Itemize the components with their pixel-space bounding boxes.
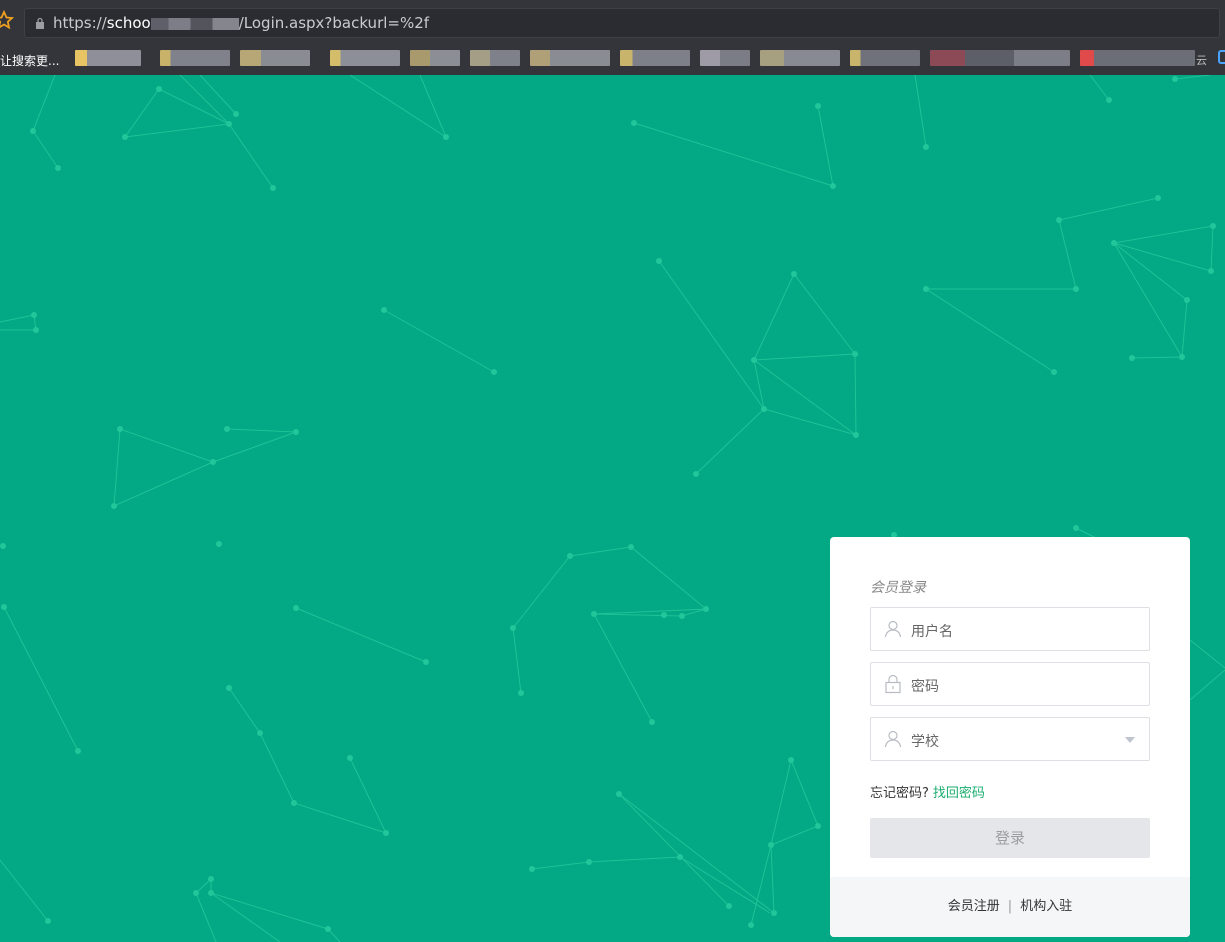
school-select[interactable]: 学校: [870, 717, 1150, 761]
institution-join-link[interactable]: 机构入驻: [1020, 899, 1072, 914]
bookmark-item[interactable]: 云: [1196, 52, 1207, 68]
address-bar[interactable]: https://schoo/Login.aspx?backurl=%2f: [24, 8, 1220, 38]
url-text: https://schoo/Login.aspx?backurl=%2f: [53, 14, 430, 32]
register-link[interactable]: 会员注册: [948, 899, 1000, 914]
login-button[interactable]: 登录: [870, 818, 1150, 858]
bookmark-folder-icon[interactable]: [1218, 50, 1225, 64]
login-card: 会员登录 用户名 密码 学校 忘记密码? 找回密码 登录 会员注册 | 机构入驻: [830, 537, 1190, 937]
school-placeholder: 学校: [911, 734, 939, 750]
browser-chrome: https://schoo/Login.aspx?backurl=%2f 让搜索…: [0, 0, 1225, 75]
password-placeholder: 密码: [911, 679, 939, 695]
bookmark-item[interactable]: [330, 50, 400, 66]
login-title: 会员登录: [870, 580, 926, 596]
bookmark-item[interactable]: [470, 50, 520, 66]
forgot-password-row: 忘记密码? 找回密码: [870, 782, 985, 801]
bookmark-item[interactable]: [760, 50, 840, 66]
login-footer: 会员注册 | 机构入驻: [830, 877, 1190, 937]
bookmarks-bar: 让搜索更... 云: [0, 44, 1225, 72]
bookmark-item[interactable]: [240, 50, 310, 66]
bookmark-item[interactable]: [530, 50, 610, 66]
username-field[interactable]: 用户名: [870, 607, 1150, 651]
chevron-down-icon[interactable]: [1125, 737, 1135, 743]
bookmark-item[interactable]: [620, 50, 690, 66]
password-field[interactable]: 密码: [870, 662, 1150, 706]
bookmark-item[interactable]: [75, 50, 141, 66]
lock-icon: [885, 674, 901, 694]
bookmark-item[interactable]: 让搜索更...: [0, 52, 59, 69]
footer-divider: |: [1007, 899, 1013, 914]
user-icon: [884, 620, 902, 638]
username-placeholder: 用户名: [911, 624, 953, 640]
user-icon: [884, 730, 902, 748]
bookmark-item[interactable]: [1080, 50, 1195, 66]
lock-icon: [36, 17, 44, 29]
bookmark-item[interactable]: [410, 50, 460, 66]
bookmark-item[interactable]: [930, 50, 1070, 66]
bookmark-star-icon[interactable]: [0, 10, 14, 30]
forgot-password-text: 忘记密码?: [870, 786, 929, 801]
redacted-host: [150, 17, 239, 30]
bookmark-item[interactable]: [160, 50, 230, 66]
bookmark-item[interactable]: [700, 50, 750, 66]
recover-password-link[interactable]: 找回密码: [933, 786, 985, 801]
bookmark-item[interactable]: [850, 50, 920, 66]
